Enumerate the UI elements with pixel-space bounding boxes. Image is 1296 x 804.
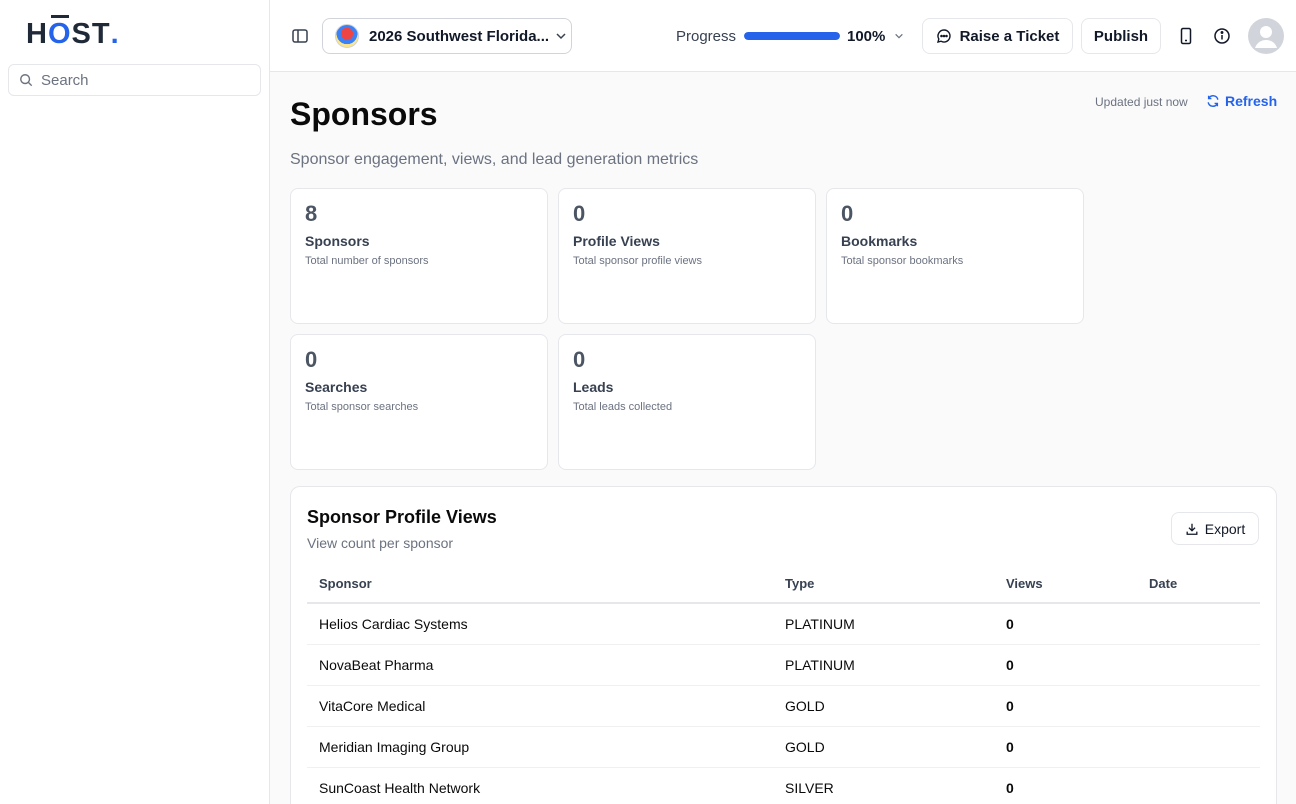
sponsor-name: VitaCore Medical xyxy=(307,685,773,727)
export-label: Export xyxy=(1204,520,1246,537)
progress-chevron-down-icon[interactable] xyxy=(894,31,904,41)
page-subtitle: Sponsor engagement, views, and lead gene… xyxy=(290,151,699,168)
table-subtitle: View count per sponsor xyxy=(307,535,454,551)
stat-value: 0 xyxy=(573,201,586,226)
progress-bar-fill xyxy=(744,32,840,40)
info-icon[interactable] xyxy=(1213,27,1231,45)
stat-label: Leads xyxy=(573,379,614,395)
host-logo[interactable]: H O ST. xyxy=(26,15,120,51)
sponsor-type: PLATINUM xyxy=(773,644,994,686)
progress-label: Progress xyxy=(676,28,737,45)
download-icon xyxy=(1186,523,1198,535)
sponsor-profile-views-card: Sponsor Profile Views View count per spo… xyxy=(290,486,1277,804)
sidebar-search[interactable] xyxy=(8,64,261,96)
search-input[interactable] xyxy=(41,71,241,89)
sponsor-date xyxy=(1137,644,1260,686)
sponsor-type: GOLD xyxy=(773,685,994,727)
stat-card-bookmarks: 0 Bookmarks Total sponsor bookmarks xyxy=(826,188,1084,324)
sidebar: H O ST. xyxy=(0,0,270,804)
message-circle-icon xyxy=(936,29,951,43)
sponsor-views-table: Sponsor Type Views Date Helios Cardiac S… xyxy=(307,565,1260,804)
stat-card-leads: 0 Leads Total leads collected xyxy=(558,334,816,470)
sponsor-name: Helios Cardiac Systems xyxy=(307,603,773,645)
table-title: Sponsor Profile Views xyxy=(307,507,497,527)
sponsor-views: 0 xyxy=(994,726,1137,768)
stat-description: Total sponsor searches xyxy=(305,401,419,413)
chevron-down-icon xyxy=(556,33,566,40)
updated-status: Updated just now xyxy=(1095,95,1188,109)
stat-description: Total leads collected xyxy=(573,401,673,413)
logo-letter-h: H xyxy=(26,18,48,50)
refresh-icon xyxy=(1207,95,1219,107)
publish-label: Publish xyxy=(1093,27,1149,45)
stat-label: Sponsors xyxy=(305,233,370,249)
column-header-type[interactable]: Type xyxy=(773,565,994,604)
progress-value: 100% xyxy=(847,28,886,45)
user-icon xyxy=(1255,26,1277,48)
page-title: Sponsors xyxy=(290,96,438,132)
search-icon xyxy=(20,74,33,87)
stat-value: 0 xyxy=(841,201,854,226)
column-header-date[interactable]: Date xyxy=(1137,565,1260,604)
table-header-row: Sponsor Type Views Date xyxy=(307,565,1260,604)
sponsor-name: Meridian Imaging Group xyxy=(307,726,773,768)
progress-bar xyxy=(744,32,840,40)
sponsor-date xyxy=(1137,767,1260,804)
sidebar-toggle-icon[interactable] xyxy=(291,27,309,45)
logo-dot: . xyxy=(110,18,120,50)
stat-label: Bookmarks xyxy=(841,233,918,249)
event-selector[interactable]: 2026 Southwest Florida... xyxy=(322,18,572,54)
export-button[interactable]: Export xyxy=(1171,512,1259,545)
table-row[interactable]: VitaCore Medical GOLD 0 xyxy=(307,685,1260,727)
table-row[interactable]: SunCoast Health Network SILVER 0 xyxy=(307,767,1260,804)
user-avatar[interactable] xyxy=(1248,18,1284,54)
table-row[interactable]: Helios Cardiac Systems PLATINUM 0 xyxy=(307,603,1260,645)
sponsor-date xyxy=(1137,603,1260,645)
top-bar: 2026 Southwest Florida... Progress 100% … xyxy=(270,0,1296,72)
sponsor-views: 0 xyxy=(994,603,1137,645)
event-name: 2026 Southwest Florida... xyxy=(369,27,550,45)
sponsor-type: SILVER xyxy=(773,767,994,804)
stat-value: 0 xyxy=(573,347,586,372)
stat-card-sponsors: 8 Sponsors Total number of sponsors xyxy=(290,188,548,324)
logo-letter-o: O xyxy=(47,15,72,50)
stat-description: Total sponsor bookmarks xyxy=(841,255,964,267)
table-row[interactable]: Meridian Imaging Group GOLD 0 xyxy=(307,726,1260,768)
stat-card-profile-views: 0 Profile Views Total sponsor profile vi… xyxy=(558,188,816,324)
sponsor-type: GOLD xyxy=(773,726,994,768)
table-row[interactable]: NovaBeat Pharma PLATINUM 0 xyxy=(307,644,1260,686)
sponsor-views: 0 xyxy=(994,767,1137,804)
refresh-button[interactable]: Refresh xyxy=(1206,93,1277,109)
sponsor-views: 0 xyxy=(994,685,1137,727)
sponsor-name: SunCoast Health Network xyxy=(307,767,773,804)
refresh-label: Refresh xyxy=(1225,93,1278,109)
stat-card-searches: 0 Searches Total sponsor searches xyxy=(290,334,548,470)
sponsor-views: 0 xyxy=(994,644,1137,686)
stat-description: Total number of sponsors xyxy=(305,255,429,267)
column-header-views[interactable]: Views xyxy=(994,565,1137,604)
stat-label: Profile Views xyxy=(573,233,660,249)
column-header-sponsor[interactable]: Sponsor xyxy=(307,565,773,604)
sponsor-type: PLATINUM xyxy=(773,603,994,645)
publish-button[interactable]: Publish xyxy=(1081,18,1161,54)
stat-value: 8 xyxy=(305,201,318,226)
stat-value: 0 xyxy=(305,347,318,372)
sponsor-date xyxy=(1137,726,1260,768)
sponsor-name: NovaBeat Pharma xyxy=(307,644,773,686)
sponsor-date xyxy=(1137,685,1260,727)
raise-ticket-label: Raise a Ticket xyxy=(959,27,1060,45)
logo-letters-st: ST xyxy=(71,18,111,50)
event-logo-icon xyxy=(335,24,359,48)
raise-ticket-button[interactable]: Raise a Ticket xyxy=(922,18,1073,54)
mobile-preview-icon[interactable] xyxy=(1178,27,1194,45)
stat-label: Searches xyxy=(305,379,368,395)
stat-description: Total sponsor profile views xyxy=(573,255,703,267)
